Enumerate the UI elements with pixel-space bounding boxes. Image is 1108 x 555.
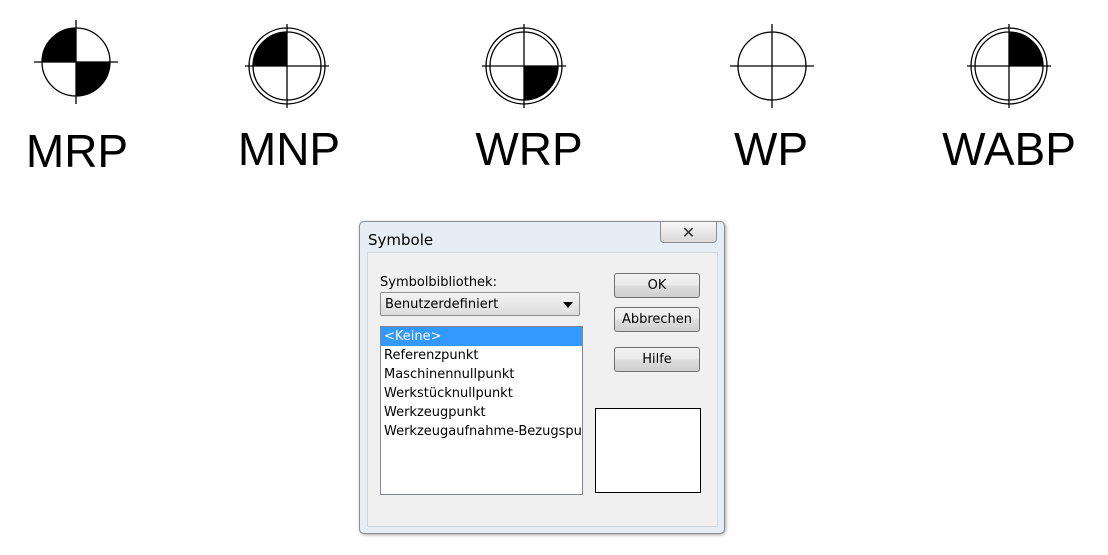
mnp-label: MNP (237, 123, 341, 175)
wrp-symbol-icon (482, 24, 566, 108)
list-item[interactable]: <Keine> (381, 327, 582, 346)
wp-label: WP (733, 123, 809, 175)
symbol-preview (595, 408, 701, 493)
mrp-symbol-icon (34, 20, 118, 104)
symbole-dialog: Symbole ✕ Symbolbibliothek: Benutzerdefi… (359, 221, 725, 534)
close-button[interactable]: ✕ (660, 222, 717, 243)
symbol-listbox[interactable]: <Keine> Referenzpunkt Maschinennullpunkt… (380, 326, 583, 495)
wabp-symbol-icon (967, 24, 1051, 108)
mnp-symbol-icon (245, 24, 329, 108)
list-item[interactable]: Werkstücknullpunkt (381, 384, 582, 403)
list-item[interactable]: Werkzeugaufnahme-Bezugspunkt (381, 422, 582, 441)
list-item[interactable]: Werkzeugpunkt (381, 403, 582, 422)
library-dropdown-value: Benutzerdefiniert (385, 297, 499, 312)
help-button[interactable]: Hilfe (614, 347, 700, 372)
dialog-title: Symbole (368, 231, 434, 249)
mrp-label: MRP (25, 125, 129, 177)
list-item[interactable]: Referenzpunkt (381, 346, 582, 365)
wp-symbol-icon (730, 24, 814, 108)
ok-button[interactable]: OK (614, 273, 700, 298)
wabp-label: WABP (942, 123, 1076, 175)
list-item[interactable]: Maschinennullpunkt (381, 365, 582, 384)
wrp-label: WRP (475, 123, 583, 175)
cancel-button[interactable]: Abbrechen (614, 307, 700, 332)
library-label: Symbolbibliothek: (380, 275, 497, 290)
chevron-down-icon (563, 302, 573, 308)
dialog-client-area: Symbolbibliothek: Benutzerdefiniert <Kei… (367, 252, 718, 527)
close-icon: ✕ (681, 222, 696, 242)
library-dropdown[interactable]: Benutzerdefiniert (380, 292, 580, 316)
